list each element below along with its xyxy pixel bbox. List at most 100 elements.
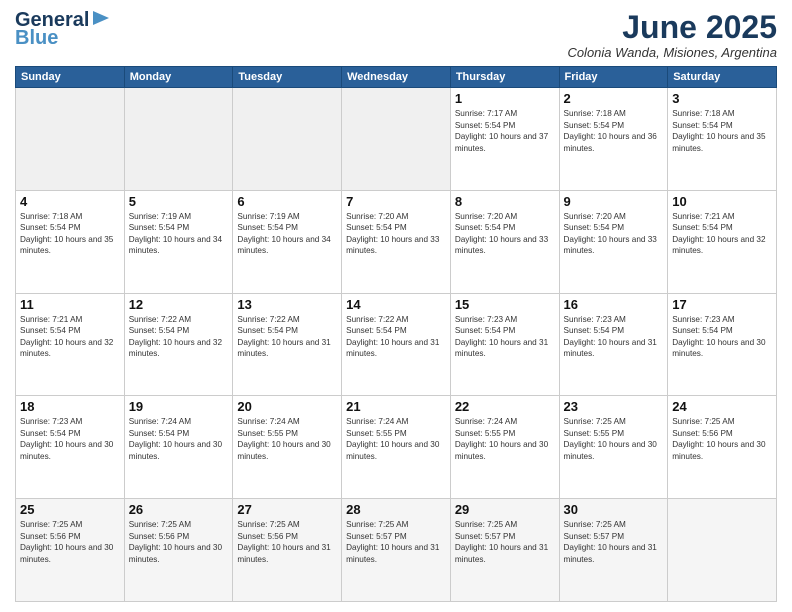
calendar-cell: 23 Sunrise: 7:25 AM Sunset: 5:55 PM Dayl…: [559, 396, 668, 499]
col-sunday: Sunday: [16, 67, 125, 88]
day-info: Sunrise: 7:25 AM Sunset: 5:56 PM Dayligh…: [672, 416, 772, 462]
day-number: 20: [237, 399, 337, 414]
col-tuesday: Tuesday: [233, 67, 342, 88]
day-info: Sunrise: 7:23 AM Sunset: 5:54 PM Dayligh…: [455, 314, 555, 360]
day-info: Sunrise: 7:22 AM Sunset: 5:54 PM Dayligh…: [346, 314, 446, 360]
day-info: Sunrise: 7:21 AM Sunset: 5:54 PM Dayligh…: [20, 314, 120, 360]
day-number: 22: [455, 399, 555, 414]
month-title: June 2025: [567, 10, 777, 45]
calendar-cell: [233, 88, 342, 191]
day-info: Sunrise: 7:25 AM Sunset: 5:57 PM Dayligh…: [346, 519, 446, 565]
col-saturday: Saturday: [668, 67, 777, 88]
day-number: 19: [129, 399, 229, 414]
calendar-cell: 17 Sunrise: 7:23 AM Sunset: 5:54 PM Dayl…: [668, 293, 777, 396]
day-info: Sunrise: 7:25 AM Sunset: 5:57 PM Dayligh…: [564, 519, 664, 565]
day-info: Sunrise: 7:24 AM Sunset: 5:55 PM Dayligh…: [455, 416, 555, 462]
calendar-cell: 10 Sunrise: 7:21 AM Sunset: 5:54 PM Dayl…: [668, 190, 777, 293]
day-info: Sunrise: 7:20 AM Sunset: 5:54 PM Dayligh…: [346, 211, 446, 257]
col-monday: Monday: [124, 67, 233, 88]
calendar-cell: 8 Sunrise: 7:20 AM Sunset: 5:54 PM Dayli…: [450, 190, 559, 293]
day-number: 12: [129, 297, 229, 312]
day-info: Sunrise: 7:25 AM Sunset: 5:56 PM Dayligh…: [129, 519, 229, 565]
day-info: Sunrise: 7:18 AM Sunset: 5:54 PM Dayligh…: [564, 108, 664, 154]
col-thursday: Thursday: [450, 67, 559, 88]
calendar-cell: 21 Sunrise: 7:24 AM Sunset: 5:55 PM Dayl…: [342, 396, 451, 499]
calendar-cell: 12 Sunrise: 7:22 AM Sunset: 5:54 PM Dayl…: [124, 293, 233, 396]
day-number: 17: [672, 297, 772, 312]
calendar-cell: 30 Sunrise: 7:25 AM Sunset: 5:57 PM Dayl…: [559, 499, 668, 602]
day-number: 15: [455, 297, 555, 312]
calendar-cell: 9 Sunrise: 7:20 AM Sunset: 5:54 PM Dayli…: [559, 190, 668, 293]
calendar-cell: 16 Sunrise: 7:23 AM Sunset: 5:54 PM Dayl…: [559, 293, 668, 396]
day-number: 21: [346, 399, 446, 414]
calendar-cell: 24 Sunrise: 7:25 AM Sunset: 5:56 PM Dayl…: [668, 396, 777, 499]
day-number: 30: [564, 502, 664, 517]
day-number: 8: [455, 194, 555, 209]
calendar-cell: 1 Sunrise: 7:17 AM Sunset: 5:54 PM Dayli…: [450, 88, 559, 191]
day-number: 27: [237, 502, 337, 517]
day-info: Sunrise: 7:18 AM Sunset: 5:54 PM Dayligh…: [672, 108, 772, 154]
calendar-cell: 13 Sunrise: 7:22 AM Sunset: 5:54 PM Dayl…: [233, 293, 342, 396]
day-info: Sunrise: 7:21 AM Sunset: 5:54 PM Dayligh…: [672, 211, 772, 257]
calendar-cell: 15 Sunrise: 7:23 AM Sunset: 5:54 PM Dayl…: [450, 293, 559, 396]
calendar-week-row: 1 Sunrise: 7:17 AM Sunset: 5:54 PM Dayli…: [16, 88, 777, 191]
day-number: 1: [455, 91, 555, 106]
day-info: Sunrise: 7:22 AM Sunset: 5:54 PM Dayligh…: [129, 314, 229, 360]
day-info: Sunrise: 7:25 AM Sunset: 5:56 PM Dayligh…: [20, 519, 120, 565]
calendar-cell: 2 Sunrise: 7:18 AM Sunset: 5:54 PM Dayli…: [559, 88, 668, 191]
day-number: 5: [129, 194, 229, 209]
calendar-cell: 6 Sunrise: 7:19 AM Sunset: 5:54 PM Dayli…: [233, 190, 342, 293]
day-number: 13: [237, 297, 337, 312]
calendar-cell: 25 Sunrise: 7:25 AM Sunset: 5:56 PM Dayl…: [16, 499, 125, 602]
day-number: 9: [564, 194, 664, 209]
calendar-header-row: Sunday Monday Tuesday Wednesday Thursday…: [16, 67, 777, 88]
logo: General Blue: [15, 10, 113, 48]
day-info: Sunrise: 7:24 AM Sunset: 5:55 PM Dayligh…: [237, 416, 337, 462]
day-info: Sunrise: 7:18 AM Sunset: 5:54 PM Dayligh…: [20, 211, 120, 257]
col-friday: Friday: [559, 67, 668, 88]
day-info: Sunrise: 7:23 AM Sunset: 5:54 PM Dayligh…: [20, 416, 120, 462]
day-info: Sunrise: 7:23 AM Sunset: 5:54 PM Dayligh…: [564, 314, 664, 360]
header: General Blue June 2025 Colonia Wanda, Mi…: [15, 10, 777, 60]
logo-blue: Blue: [15, 28, 58, 48]
calendar-cell: 7 Sunrise: 7:20 AM Sunset: 5:54 PM Dayli…: [342, 190, 451, 293]
day-number: 25: [20, 502, 120, 517]
calendar-cell: 26 Sunrise: 7:25 AM Sunset: 5:56 PM Dayl…: [124, 499, 233, 602]
calendar-cell: [16, 88, 125, 191]
day-info: Sunrise: 7:25 AM Sunset: 5:55 PM Dayligh…: [564, 416, 664, 462]
day-number: 7: [346, 194, 446, 209]
day-info: Sunrise: 7:25 AM Sunset: 5:57 PM Dayligh…: [455, 519, 555, 565]
calendar-table: Sunday Monday Tuesday Wednesday Thursday…: [15, 66, 777, 602]
day-info: Sunrise: 7:23 AM Sunset: 5:54 PM Dayligh…: [672, 314, 772, 360]
day-number: 6: [237, 194, 337, 209]
calendar-cell: [124, 88, 233, 191]
day-number: 14: [346, 297, 446, 312]
day-number: 28: [346, 502, 446, 517]
day-number: 24: [672, 399, 772, 414]
day-number: 23: [564, 399, 664, 414]
calendar-cell: 14 Sunrise: 7:22 AM Sunset: 5:54 PM Dayl…: [342, 293, 451, 396]
day-number: 11: [20, 297, 120, 312]
calendar-cell: 22 Sunrise: 7:24 AM Sunset: 5:55 PM Dayl…: [450, 396, 559, 499]
calendar-week-row: 18 Sunrise: 7:23 AM Sunset: 5:54 PM Dayl…: [16, 396, 777, 499]
day-info: Sunrise: 7:19 AM Sunset: 5:54 PM Dayligh…: [237, 211, 337, 257]
calendar-cell: 5 Sunrise: 7:19 AM Sunset: 5:54 PM Dayli…: [124, 190, 233, 293]
day-info: Sunrise: 7:22 AM Sunset: 5:54 PM Dayligh…: [237, 314, 337, 360]
day-number: 16: [564, 297, 664, 312]
col-wednesday: Wednesday: [342, 67, 451, 88]
title-block: June 2025 Colonia Wanda, Misiones, Argen…: [567, 10, 777, 60]
calendar-cell: 18 Sunrise: 7:23 AM Sunset: 5:54 PM Dayl…: [16, 396, 125, 499]
day-info: Sunrise: 7:24 AM Sunset: 5:55 PM Dayligh…: [346, 416, 446, 462]
calendar-cell: 11 Sunrise: 7:21 AM Sunset: 5:54 PM Dayl…: [16, 293, 125, 396]
calendar-cell: 19 Sunrise: 7:24 AM Sunset: 5:54 PM Dayl…: [124, 396, 233, 499]
logo-flag-icon: [91, 9, 113, 27]
day-info: Sunrise: 7:20 AM Sunset: 5:54 PM Dayligh…: [564, 211, 664, 257]
day-number: 29: [455, 502, 555, 517]
calendar-cell: [342, 88, 451, 191]
calendar-week-row: 11 Sunrise: 7:21 AM Sunset: 5:54 PM Dayl…: [16, 293, 777, 396]
day-number: 4: [20, 194, 120, 209]
calendar-cell: 28 Sunrise: 7:25 AM Sunset: 5:57 PM Dayl…: [342, 499, 451, 602]
calendar-week-row: 25 Sunrise: 7:25 AM Sunset: 5:56 PM Dayl…: [16, 499, 777, 602]
day-number: 3: [672, 91, 772, 106]
day-info: Sunrise: 7:25 AM Sunset: 5:56 PM Dayligh…: [237, 519, 337, 565]
